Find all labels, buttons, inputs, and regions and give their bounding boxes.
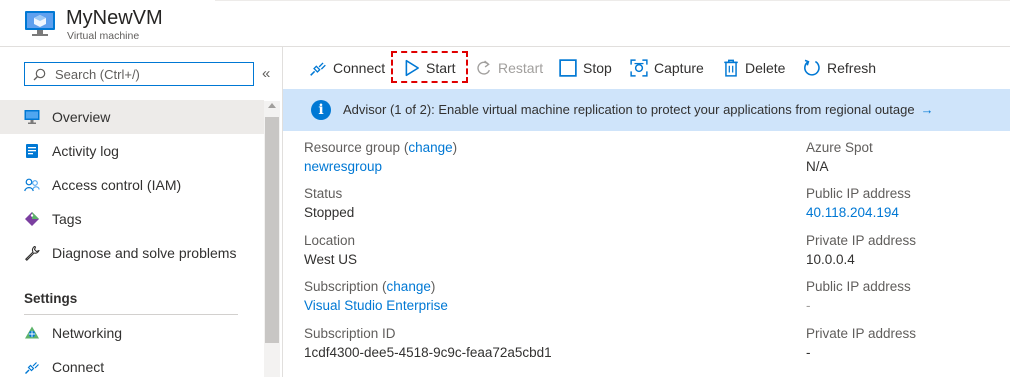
search-box[interactable] bbox=[24, 62, 254, 86]
subscription-value-link[interactable]: Visual Studio Enterprise bbox=[304, 298, 448, 313]
private-ip-label: Private IP address bbox=[806, 233, 916, 248]
play-icon bbox=[404, 59, 420, 77]
sidebar-item-networking[interactable]: Networking bbox=[0, 316, 264, 350]
tag-icon bbox=[24, 211, 40, 227]
collapse-menu-button[interactable]: « bbox=[262, 65, 270, 82]
delete-button[interactable]: Delete bbox=[723, 57, 785, 79]
page-subtitle: Virtual machine bbox=[67, 30, 139, 42]
private-ip-value-2: - bbox=[806, 345, 811, 360]
connect-plug-icon bbox=[24, 359, 40, 375]
private-ip-label-2: Private IP address bbox=[806, 326, 916, 341]
private-ip-value: 10.0.0.4 bbox=[806, 252, 855, 267]
subscription-id-label: Subscription ID bbox=[304, 326, 396, 341]
capture-button[interactable]: Capture bbox=[630, 57, 704, 79]
main-content: Connect Start Restart Stop bbox=[282, 46, 1010, 377]
overview-monitor-icon bbox=[24, 109, 40, 125]
subscription-id-value: 1cdf4300-dee5-4518-9c9c-feaa72a5cbd1 bbox=[304, 345, 552, 360]
stop-icon bbox=[559, 59, 577, 77]
resource-header: MyNewVM Virtual machine bbox=[0, 0, 1010, 46]
trash-icon bbox=[723, 59, 739, 77]
refresh-button-label: Refresh bbox=[827, 60, 876, 76]
sidebar-item-diagnose[interactable]: Diagnose and solve problems bbox=[0, 236, 264, 270]
resource-group-value-link[interactable]: newresgroup bbox=[304, 159, 382, 174]
status-value: Stopped bbox=[304, 205, 354, 220]
arrow-right-icon[interactable]: → bbox=[921, 102, 934, 117]
sidebar-item-label: Networking bbox=[52, 325, 122, 341]
subscription-label-text: Subscription bbox=[304, 279, 378, 294]
sidebar-item-tags[interactable]: Tags bbox=[0, 202, 264, 236]
search-icon bbox=[33, 68, 46, 81]
scroll-up-arrow-icon[interactable] bbox=[268, 103, 276, 108]
sidebar-item-label: Overview bbox=[52, 109, 110, 125]
sidebar-item-label: Access control (IAM) bbox=[52, 177, 181, 193]
delete-button-label: Delete bbox=[745, 60, 785, 76]
public-ip-label: Public IP address bbox=[806, 186, 911, 201]
advisor-message-text: Advisor (1 of 2): Enable virtual machine… bbox=[343, 102, 915, 117]
refresh-icon bbox=[803, 59, 821, 77]
advisor-banner[interactable]: i Advisor (1 of 2): Enable virtual machi… bbox=[283, 89, 1010, 131]
location-label: Location bbox=[304, 233, 355, 248]
sidebar-item-overview[interactable]: Overview bbox=[0, 100, 264, 134]
resource-group-label: Resource group (change) bbox=[304, 140, 457, 155]
refresh-button[interactable]: Refresh bbox=[803, 57, 876, 79]
sidebar-scrollbar-thumb[interactable] bbox=[265, 117, 279, 343]
connect-plug-icon bbox=[309, 59, 327, 77]
section-divider bbox=[24, 314, 238, 315]
connect-button[interactable]: Connect bbox=[309, 57, 385, 79]
azure-spot-label: Azure Spot bbox=[806, 140, 873, 155]
wrench-icon bbox=[24, 245, 40, 261]
public-ip-value-2: - bbox=[806, 298, 811, 313]
stop-button[interactable]: Stop bbox=[559, 57, 612, 79]
public-ip-label-2: Public IP address bbox=[806, 279, 911, 294]
status-label: Status bbox=[304, 186, 342, 201]
resource-menu-sidebar: « Overview Activity log bbox=[0, 46, 282, 377]
info-icon: i bbox=[311, 100, 331, 120]
sidebar-item-label: Tags bbox=[52, 211, 82, 227]
search-input[interactable] bbox=[55, 64, 251, 84]
sidebar-item-label: Diagnose and solve problems bbox=[52, 245, 236, 261]
header-divider bbox=[215, 0, 1010, 1]
settings-section-heading: Settings bbox=[24, 291, 77, 306]
public-ip-value-link[interactable]: 40.118.204.194 bbox=[806, 205, 899, 220]
command-bar: Connect Start Restart Stop bbox=[283, 47, 1010, 89]
activity-log-icon bbox=[24, 143, 40, 159]
azure-spot-value: N/A bbox=[806, 159, 829, 174]
sidebar-item-access-control[interactable]: Access control (IAM) bbox=[0, 168, 264, 202]
page-title: MyNewVM bbox=[66, 7, 163, 30]
resource-group-label-text: Resource group bbox=[304, 140, 400, 155]
connect-button-label: Connect bbox=[333, 60, 385, 76]
start-button-label: Start bbox=[426, 60, 456, 76]
sidebar-item-label: Connect bbox=[52, 359, 104, 375]
change-subscription-link[interactable]: change bbox=[387, 279, 431, 294]
advisor-message: Advisor (1 of 2): Enable virtual machine… bbox=[343, 102, 934, 117]
start-button[interactable]: Start bbox=[404, 57, 456, 79]
capture-icon bbox=[630, 59, 648, 77]
restart-icon bbox=[475, 59, 492, 77]
restart-button[interactable]: Restart bbox=[475, 57, 543, 79]
subscription-label: Subscription (change) bbox=[304, 279, 435, 294]
sidebar-item-label: Activity log bbox=[52, 143, 119, 159]
networking-icon bbox=[24, 325, 40, 341]
access-control-people-icon bbox=[24, 177, 40, 193]
virtual-machine-icon bbox=[24, 10, 56, 38]
restart-button-label: Restart bbox=[498, 60, 543, 76]
change-resource-group-link[interactable]: change bbox=[408, 140, 452, 155]
capture-button-label: Capture bbox=[654, 60, 704, 76]
stop-button-label: Stop bbox=[583, 60, 612, 76]
location-value: West US bbox=[304, 252, 357, 267]
sidebar-item-connect[interactable]: Connect bbox=[0, 350, 264, 384]
sidebar-item-activity-log[interactable]: Activity log bbox=[0, 134, 264, 168]
